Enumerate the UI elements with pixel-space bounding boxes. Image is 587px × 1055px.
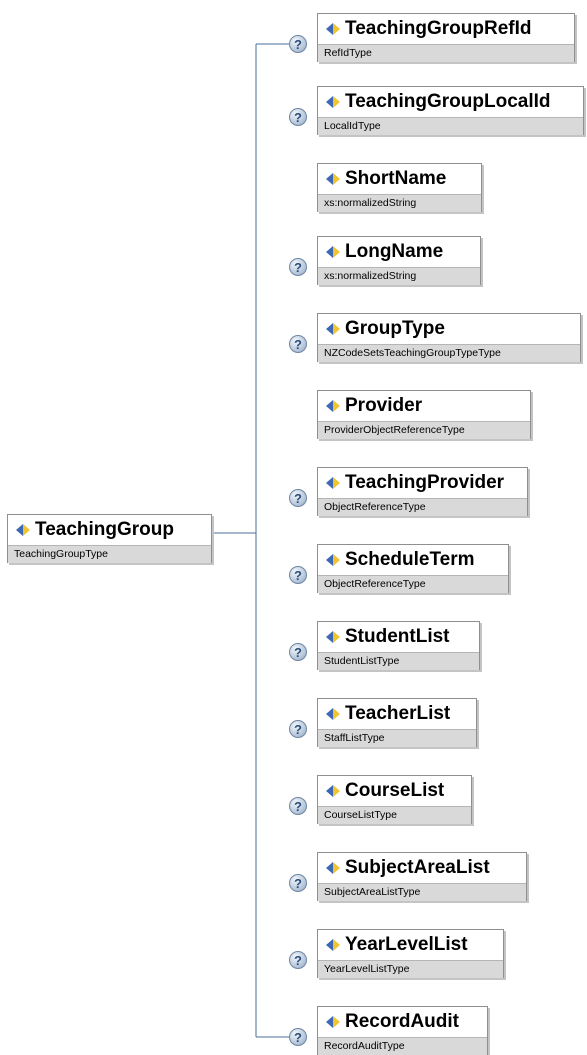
help-glyph: ? [294, 567, 302, 583]
child-element-name: ScheduleTerm [345, 549, 475, 570]
child-element-title: YearLevelList [318, 930, 503, 960]
element-diamond-icon [326, 785, 340, 797]
child-element-name: TeachingGroupRefId [345, 18, 532, 39]
child-element-type: RecordAuditType [318, 1037, 487, 1055]
child-element-title: SubjectAreaList [318, 853, 526, 883]
child-element-node[interactable]: StudentList StudentListType [317, 621, 480, 670]
child-element-node[interactable]: CourseList CourseListType [317, 775, 472, 824]
child-element-title: LongName [318, 237, 480, 267]
child-element-title: Provider [318, 391, 530, 421]
element-diamond-icon [326, 631, 340, 643]
child-element-type: ProviderObjectReferenceType [318, 421, 530, 439]
child-element-type: NZCodeSetsTeachingGroupTypeType [318, 344, 580, 362]
child-element-title: ScheduleTerm [318, 545, 508, 575]
child-element-name: LongName [345, 241, 444, 262]
help-question-icon[interactable]: ? [289, 643, 307, 661]
help-question-icon[interactable]: ? [289, 951, 307, 969]
child-element-node[interactable]: Provider ProviderObjectReferenceType [317, 390, 531, 439]
element-diamond-icon [326, 323, 340, 335]
child-element-name: TeacherList [345, 703, 451, 724]
help-glyph: ? [294, 490, 302, 506]
help-question-icon[interactable]: ? [289, 1028, 307, 1046]
child-element-name: SubjectAreaList [345, 857, 490, 878]
child-element-title: TeachingGroupLocalId [318, 87, 583, 117]
help-glyph: ? [294, 644, 302, 660]
help-glyph: ? [294, 109, 302, 125]
child-element-node[interactable]: YearLevelList YearLevelListType [317, 929, 504, 978]
child-element-type: SubjectAreaListType [318, 883, 526, 901]
child-element-type: YearLevelListType [318, 960, 503, 978]
help-glyph: ? [294, 952, 302, 968]
help-question-icon[interactable]: ? [289, 108, 307, 126]
child-element-node[interactable]: TeachingProvider ObjectReferenceType [317, 467, 528, 516]
child-element-node[interactable]: GroupType NZCodeSetsTeachingGroupTypeTyp… [317, 313, 581, 362]
help-glyph: ? [294, 798, 302, 814]
element-diamond-icon [326, 400, 340, 412]
child-element-name: CourseList [345, 780, 445, 801]
root-element-type: TeachingGroupType [8, 545, 211, 563]
help-question-icon[interactable]: ? [289, 489, 307, 507]
child-element-name: YearLevelList [345, 934, 468, 955]
child-element-title: TeachingGroupRefId [318, 14, 574, 44]
element-diamond-icon [326, 23, 340, 35]
child-element-node[interactable]: ShortName xs:normalizedString [317, 163, 482, 212]
child-element-name: ShortName [345, 168, 447, 189]
element-diamond-icon [326, 477, 340, 489]
element-diamond-icon [326, 96, 340, 108]
child-element-type: StaffListType [318, 729, 476, 747]
child-element-node[interactable]: TeachingGroupRefId RefIdType [317, 13, 575, 62]
element-diamond-icon [326, 939, 340, 951]
help-question-icon[interactable]: ? [289, 35, 307, 53]
element-diamond-icon [326, 1016, 340, 1028]
help-question-icon[interactable]: ? [289, 874, 307, 892]
child-element-name: TeachingGroupLocalId [345, 91, 551, 112]
child-element-name: GroupType [345, 318, 445, 339]
child-element-name: StudentList [345, 626, 450, 647]
element-diamond-icon [326, 862, 340, 874]
child-element-type: xs:normalizedString [318, 267, 480, 285]
child-element-type: ObjectReferenceType [318, 498, 527, 516]
child-element-name: RecordAudit [345, 1011, 459, 1032]
child-element-name: TeachingProvider [345, 472, 505, 493]
child-element-title: RecordAudit [318, 1007, 487, 1037]
child-element-type: CourseListType [318, 806, 471, 824]
element-diamond-icon [326, 246, 340, 258]
child-element-type: ObjectReferenceType [318, 575, 508, 593]
help-question-icon[interactable]: ? [289, 720, 307, 738]
root-element-title: TeachingGroup [8, 515, 211, 545]
help-glyph: ? [294, 1029, 302, 1045]
child-element-title: GroupType [318, 314, 580, 344]
child-element-node[interactable]: ScheduleTerm ObjectReferenceType [317, 544, 509, 593]
element-diamond-icon [326, 173, 340, 185]
child-element-type: xs:normalizedString [318, 194, 481, 212]
root-element-node[interactable]: TeachingGroup TeachingGroupType [7, 514, 212, 563]
child-element-title: TeacherList [318, 699, 476, 729]
child-element-node[interactable]: SubjectAreaList SubjectAreaListType [317, 852, 527, 901]
child-element-title: TeachingProvider [318, 468, 527, 498]
help-question-icon[interactable]: ? [289, 258, 307, 276]
child-element-name: Provider [345, 395, 423, 416]
help-question-icon[interactable]: ? [289, 797, 307, 815]
child-element-node[interactable]: RecordAudit RecordAuditType [317, 1006, 488, 1055]
child-element-type: LocalIdType [318, 117, 583, 135]
child-element-title: ShortName [318, 164, 481, 194]
element-diamond-icon [16, 524, 30, 536]
element-diamond-icon [326, 554, 340, 566]
root-element-name: TeachingGroup [35, 519, 174, 540]
help-glyph: ? [294, 875, 302, 891]
child-element-type: StudentListType [318, 652, 479, 670]
child-element-title: StudentList [318, 622, 479, 652]
help-glyph: ? [294, 721, 302, 737]
child-element-type: RefIdType [318, 44, 574, 62]
help-glyph: ? [294, 36, 302, 52]
element-diamond-icon [326, 708, 340, 720]
child-element-node[interactable]: LongName xs:normalizedString [317, 236, 481, 285]
help-question-icon[interactable]: ? [289, 335, 307, 353]
child-element-node[interactable]: TeachingGroupLocalId LocalIdType [317, 86, 584, 135]
help-glyph: ? [294, 259, 302, 275]
help-question-icon[interactable]: ? [289, 566, 307, 584]
help-glyph: ? [294, 336, 302, 352]
child-element-node[interactable]: TeacherList StaffListType [317, 698, 477, 747]
child-element-title: CourseList [318, 776, 471, 806]
